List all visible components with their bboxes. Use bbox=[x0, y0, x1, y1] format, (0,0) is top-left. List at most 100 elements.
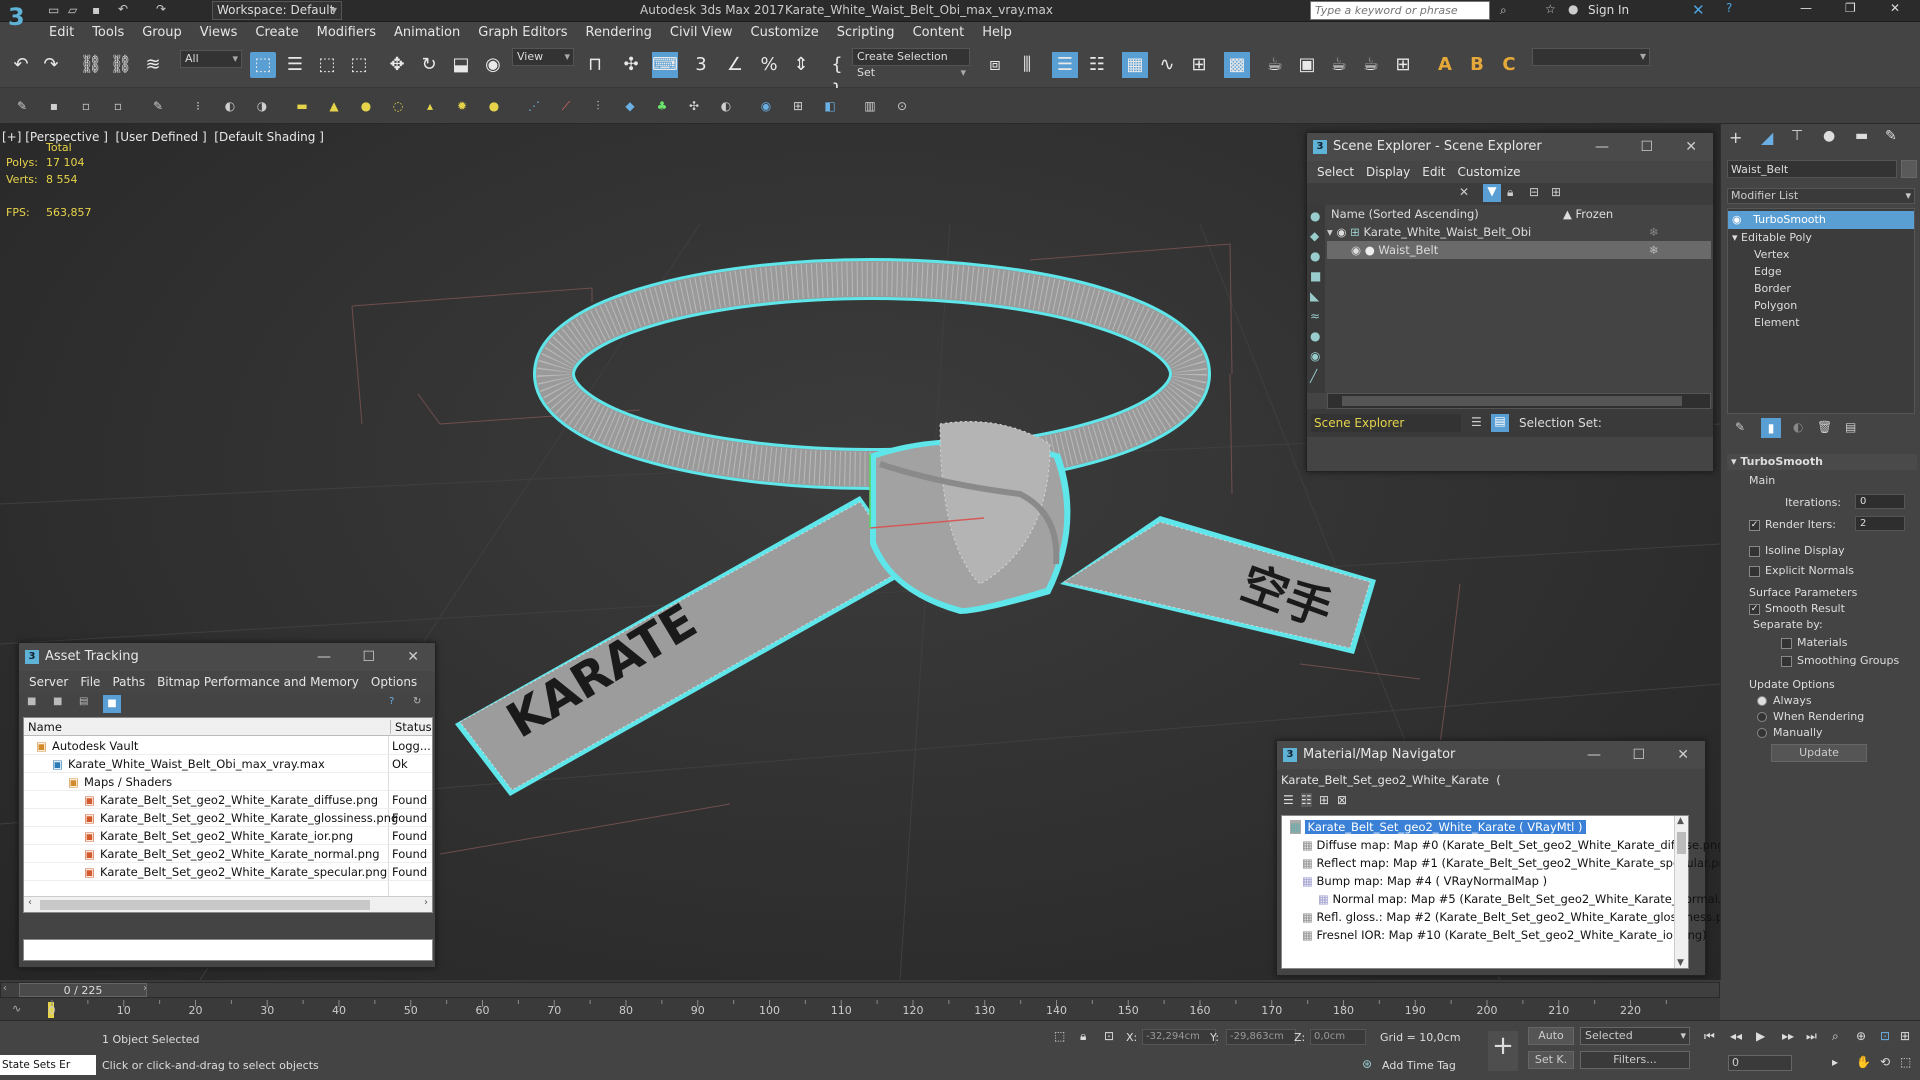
next-frame-icon[interactable]: › bbox=[143, 983, 147, 994]
star-icon[interactable]: ☆ bbox=[1545, 2, 1556, 16]
stack-subitem-border[interactable]: Border bbox=[1754, 280, 1791, 298]
tool-11-icon[interactable]: ⫶ bbox=[588, 96, 608, 116]
render-iters-spinner[interactable]: 2 bbox=[1855, 516, 1905, 531]
tool-16-icon[interactable]: ◉ bbox=[756, 96, 776, 116]
se-row-child[interactable]: ◉ ● Waist_Belt ❄ bbox=[1327, 241, 1711, 259]
stack-item-editable-poly[interactable]: ▾ Editable Poly bbox=[1732, 229, 1812, 247]
layers-icon[interactable]: ☰ bbox=[1471, 415, 1482, 429]
se-filter-helpers-icon[interactable]: ◣ bbox=[1310, 289, 1319, 303]
display-tab-icon[interactable]: ▬ bbox=[1855, 128, 1868, 144]
pivot-icon[interactable]: ⊓ bbox=[582, 52, 608, 78]
fov-icon[interactable]: ▸ bbox=[1832, 1055, 1838, 1069]
add-time-tag[interactable]: Add Time Tag bbox=[1382, 1059, 1456, 1072]
tool-1-icon[interactable]: ✎ bbox=[12, 96, 32, 116]
binoculars-icon[interactable]: ⌕ bbox=[1500, 3, 1507, 18]
box-icon[interactable]: ▬ bbox=[292, 96, 312, 116]
eye-icon[interactable]: ◉ bbox=[1336, 225, 1346, 239]
scroll-right-icon[interactable]: › bbox=[424, 897, 428, 908]
close-icon[interactable]: ✕ bbox=[1685, 133, 1697, 161]
render-setup-icon[interactable]: ☕ bbox=[1262, 52, 1288, 78]
freeze-icon[interactable]: ❄ bbox=[1649, 241, 1659, 259]
menu-rendering[interactable]: Rendering bbox=[577, 22, 661, 40]
manually-radio[interactable] bbox=[1757, 728, 1767, 738]
menu-customize[interactable]: Customize bbox=[742, 22, 828, 40]
help-icon[interactable]: ? bbox=[1726, 1, 1732, 15]
go-to-start-icon[interactable]: ⏮ bbox=[1704, 1029, 1715, 1044]
se-filter-shapes-icon[interactable]: ◆ bbox=[1310, 229, 1319, 243]
at-col-name[interactable]: Name bbox=[28, 720, 62, 734]
at-tool-1-icon[interactable]: ■ bbox=[27, 696, 36, 707]
z-coordinate-field[interactable]: 0,0cm bbox=[1310, 1029, 1366, 1045]
show-end-result-icon[interactable]: ▮ bbox=[1761, 418, 1781, 438]
se-filter-bones-icon[interactable]: ╱ bbox=[1310, 369, 1317, 383]
select-by-name-icon[interactable]: ☰ bbox=[282, 52, 308, 78]
material-tree-item[interactable]: ▦ Reflect map: Map #1 (Karate_Belt_Set_g… bbox=[1302, 854, 1738, 872]
schematic-view-icon[interactable]: ⊞ bbox=[1186, 52, 1212, 78]
y-coordinate-field[interactable]: -29,863cm bbox=[1226, 1029, 1296, 1045]
redo-icon[interactable]: ↷ bbox=[156, 2, 166, 16]
at-refresh-icon[interactable]: ↻ bbox=[413, 696, 421, 707]
time-tag-icon[interactable]: ⊛ bbox=[1362, 1057, 1372, 1071]
smooth-result-checkbox[interactable]: ✓ bbox=[1749, 603, 1760, 615]
menu-graph-editors[interactable]: Graph Editors bbox=[469, 22, 576, 40]
tool-12-icon[interactable]: ◆ bbox=[620, 96, 640, 116]
table-row[interactable]: ▣ Karate_Belt_Set_geo2_White_Karate_spec… bbox=[24, 863, 432, 881]
teapot-icon[interactable]: ● bbox=[484, 96, 504, 116]
menu-modifiers[interactable]: Modifiers bbox=[308, 22, 385, 40]
material-editor-icon[interactable]: ▩ bbox=[1224, 52, 1250, 78]
lock-icon[interactable]: 🔒︎ bbox=[1507, 185, 1513, 200]
minimize-icon[interactable]: — bbox=[1587, 741, 1601, 769]
torus-icon[interactable]: ◌ bbox=[388, 96, 408, 116]
set-key-icon[interactable]: + bbox=[1488, 1031, 1518, 1071]
close-icon[interactable]: ✕ bbox=[1677, 741, 1689, 769]
se-menu-customize[interactable]: Customize bbox=[1452, 165, 1527, 179]
se-explorer-name-field[interactable]: Scene Explorer bbox=[1311, 414, 1461, 432]
se-col-name[interactable]: Name (Sorted Ascending) bbox=[1331, 205, 1479, 223]
tool-6-icon[interactable]: ⁝ bbox=[188, 96, 208, 116]
keyboard-shortcut-icon[interactable]: ⌨ bbox=[652, 52, 678, 78]
tool-5-icon[interactable]: ✎ bbox=[148, 96, 168, 116]
eye-icon[interactable]: ◉ bbox=[1351, 243, 1361, 257]
zoom-icon[interactable]: ⌕ bbox=[1832, 1029, 1839, 1044]
minimize-icon[interactable]: — bbox=[1800, 1, 1812, 15]
undo-icon[interactable]: ↶ bbox=[8, 52, 34, 78]
menu-scripting[interactable]: Scripting bbox=[828, 22, 904, 40]
remove-modifier-icon[interactable]: 🗑︎ bbox=[1817, 420, 1832, 434]
table-row[interactable]: ▣ Autodesk Vault Logg... bbox=[24, 737, 432, 755]
text-c-icon[interactable]: C bbox=[1496, 52, 1522, 78]
menu-help[interactable]: Help bbox=[973, 22, 1021, 40]
tool-10-icon[interactable]: ⟋ bbox=[556, 96, 576, 116]
maximize-viewport-icon[interactable]: ⬚ bbox=[1900, 1055, 1911, 1069]
tool-19-icon[interactable]: ▥ bbox=[860, 96, 880, 116]
table-row[interactable]: ▣ Karate_Belt_Set_geo2_White_Karate_norm… bbox=[24, 845, 432, 863]
at-path-field[interactable] bbox=[23, 939, 433, 961]
new-file-icon[interactable]: ▭ bbox=[48, 3, 59, 17]
menu-civil-view[interactable]: Civil View bbox=[661, 22, 742, 40]
at-hscrollbar[interactable]: ‹ › bbox=[24, 896, 432, 912]
maxscript-listener[interactable]: State Sets Er bbox=[0, 1055, 96, 1075]
iterations-spinner[interactable]: 0 bbox=[1855, 494, 1905, 509]
smoothing-groups-checkbox[interactable] bbox=[1781, 655, 1792, 667]
window-crossing-icon[interactable]: ⬚ bbox=[346, 52, 372, 78]
minimize-icon[interactable]: — bbox=[317, 643, 331, 671]
maximize-icon[interactable]: ☐ bbox=[1640, 133, 1653, 161]
sign-in-link[interactable]: Sign In bbox=[1588, 3, 1629, 17]
reference-coord-dropdown[interactable]: View ▾ bbox=[512, 48, 574, 66]
collapse-icon[interactable]: ▾ bbox=[1732, 231, 1738, 244]
at-help-icon[interactable]: ? bbox=[389, 696, 394, 707]
menu-edit[interactable]: Edit bbox=[40, 22, 83, 40]
tool-2-icon[interactable]: ▪ bbox=[44, 96, 64, 116]
menu-views[interactable]: Views bbox=[191, 22, 247, 40]
always-row[interactable]: Always bbox=[1757, 694, 1812, 707]
render-iterative-icon[interactable]: ☕ bbox=[1358, 52, 1384, 78]
smoothing-groups-row[interactable]: Smoothing Groups bbox=[1781, 654, 1899, 667]
rotate-icon[interactable]: ↻ bbox=[416, 52, 442, 78]
select-object-icon[interactable]: ⬚ bbox=[250, 52, 276, 78]
tool-14-icon[interactable]: ✣ bbox=[684, 96, 704, 116]
exchange-icon[interactable]: ✕ bbox=[1692, 1, 1705, 19]
stack-item-turbosmooth[interactable]: ◉ TurboSmooth bbox=[1728, 211, 1914, 229]
text-b-icon[interactable]: B bbox=[1464, 52, 1490, 78]
se-filter-cameras-icon[interactable]: ■ bbox=[1310, 269, 1321, 283]
se-menu-edit[interactable]: Edit bbox=[1416, 165, 1451, 179]
modifier-list-dropdown[interactable]: Modifier List ▾ bbox=[1727, 188, 1915, 204]
